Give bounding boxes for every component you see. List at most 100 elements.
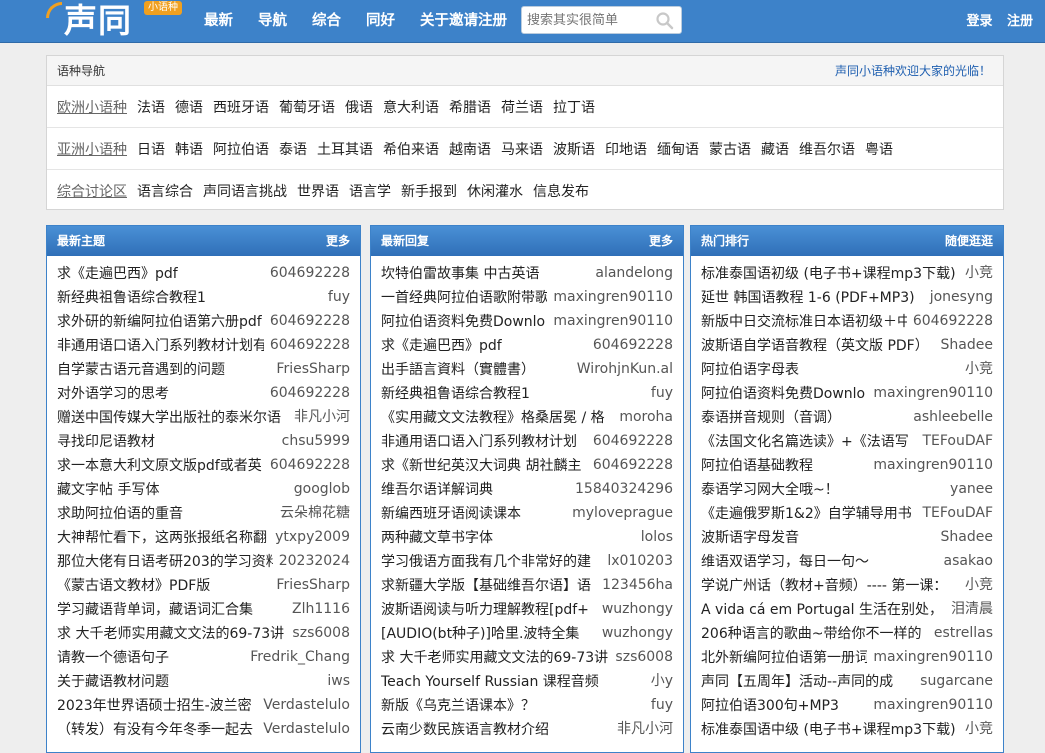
- category-link[interactable]: 欧洲小语种: [57, 97, 127, 117]
- register-link[interactable]: 注册: [1007, 14, 1033, 29]
- author-link[interactable]: maxingren90110: [873, 693, 993, 717]
- thread-title-link[interactable]: 非通用语口语入门系列教材计划有: [57, 335, 264, 355]
- thread-title-link[interactable]: 206种语言的歌曲~带给你不一样的: [701, 623, 921, 643]
- search-input[interactable]: [527, 11, 655, 30]
- thread-title-link[interactable]: 阿拉伯语基础教程: [701, 455, 813, 475]
- author-link[interactable]: 604692228: [593, 453, 673, 477]
- author-link[interactable]: alandelong: [595, 261, 673, 285]
- thread-title-link[interactable]: 求外研的新编阿拉伯语第六册pdf: [57, 311, 262, 331]
- thread-title-link[interactable]: 出手語言資料（實體書）: [381, 359, 535, 379]
- author-link[interactable]: ytxpy2009: [275, 525, 350, 549]
- author-link[interactable]: TEFouDAF: [922, 501, 993, 525]
- author-link[interactable]: Zlh1116: [292, 597, 350, 621]
- language-link[interactable]: 意大利语: [383, 97, 439, 117]
- author-link[interactable]: ashleebelle: [913, 405, 993, 429]
- language-link[interactable]: 缅甸语: [657, 139, 699, 159]
- thread-title-link[interactable]: 新版《乌克兰语课本》？: [381, 695, 535, 715]
- language-link[interactable]: 波斯语: [553, 139, 595, 159]
- author-link[interactable]: WirohjnKun.al: [577, 357, 673, 381]
- category-link[interactable]: 亚洲小语种: [57, 139, 127, 159]
- thread-title-link[interactable]: 学习藏语背单词，藏语词汇合集: [57, 599, 253, 619]
- thread-title-link[interactable]: 泰语拼音规则（音调）: [701, 407, 841, 427]
- thread-title-link[interactable]: 求《走遍巴西》pdf: [381, 335, 502, 355]
- language-link[interactable]: 韩语: [175, 139, 203, 159]
- author-link[interactable]: TEFouDAF: [922, 429, 993, 453]
- thread-title-link[interactable]: 大神帮忙看下，这两张报纸名称翻: [57, 527, 267, 547]
- language-link[interactable]: 阿拉伯语: [213, 139, 269, 159]
- author-link[interactable]: fuy: [328, 285, 350, 309]
- author-link[interactable]: 小竞: [965, 573, 993, 597]
- author-link[interactable]: 小竞: [965, 717, 993, 741]
- author-link[interactable]: szs6008: [615, 645, 673, 669]
- thread-title-link[interactable]: 坎特伯雷故事集 中古英语: [381, 263, 539, 283]
- thread-title-link[interactable]: 求助阿拉伯语的重音: [57, 503, 183, 523]
- thread-title-link[interactable]: 维语双语学习，每日一句～: [701, 551, 869, 571]
- thread-title-link[interactable]: 请教一个德语句子: [57, 647, 169, 667]
- thread-title-link[interactable]: 阿拉伯语字母表: [701, 359, 799, 379]
- thread-title-link[interactable]: 非通用语口语入门系列教材计划: [381, 431, 577, 451]
- author-link[interactable]: 15840324296: [575, 477, 673, 501]
- language-link[interactable]: 德语: [175, 97, 203, 117]
- language-link[interactable]: 马来语: [501, 139, 543, 159]
- author-link[interactable]: maxingren90110: [873, 381, 993, 405]
- thread-title-link[interactable]: 阿拉伯语资料免费Downlo: [701, 383, 865, 403]
- thread-title-link[interactable]: 北外新编阿拉伯语第一册词: [701, 647, 867, 667]
- author-link[interactable]: lx010203: [607, 549, 673, 573]
- forum-link[interactable]: 新手报到: [401, 181, 457, 201]
- nav-general[interactable]: 综合: [312, 0, 341, 43]
- language-link[interactable]: 希伯来语: [383, 139, 439, 159]
- nav-navigation[interactable]: 导航: [258, 0, 287, 43]
- author-link[interactable]: estrellas: [934, 621, 993, 645]
- forum-link[interactable]: 世界语: [297, 181, 339, 201]
- thread-title-link[interactable]: [AUDIO(bt种子)]哈里.波特全集: [381, 623, 579, 643]
- thread-title-link[interactable]: 云南少数民族语言教材介绍: [381, 719, 549, 739]
- author-link[interactable]: 泪清晨: [951, 597, 993, 621]
- author-link[interactable]: 小竞: [965, 357, 993, 381]
- author-link[interactable]: asakao: [944, 549, 993, 573]
- language-link[interactable]: 粤语: [865, 139, 893, 159]
- thread-title-link[interactable]: 《法国文化名篇选读》+《法语写: [701, 431, 909, 451]
- thread-title-link[interactable]: 自学蒙古语元音遇到的问题: [57, 359, 225, 379]
- author-link[interactable]: googlob: [294, 477, 350, 501]
- forum-link[interactable]: 休闲灌水: [467, 181, 523, 201]
- author-link[interactable]: maxingren90110: [873, 645, 993, 669]
- author-link[interactable]: 604692228: [270, 453, 350, 477]
- author-link[interactable]: jonesyng: [930, 285, 993, 309]
- more-link[interactable]: 更多: [326, 226, 350, 256]
- thread-title-link[interactable]: 《走遍俄罗斯1&2》自学辅导用书: [701, 503, 912, 523]
- author-link[interactable]: Shadee: [941, 525, 993, 549]
- thread-title-link[interactable]: 学习俄语方面我有几个非常好的建: [381, 551, 591, 571]
- forum-link[interactable]: 声同语言挑战: [203, 181, 287, 201]
- thread-title-link[interactable]: 求《走遍巴西》pdf: [57, 263, 178, 283]
- nav-invite-register[interactable]: 关于邀请注册: [420, 0, 507, 43]
- thread-title-link[interactable]: 求 大千老师实用藏文文法的69-73讲: [381, 647, 608, 667]
- thread-title-link[interactable]: 泰语学习网大全哦~！: [701, 479, 839, 499]
- author-link[interactable]: 小竞: [965, 261, 993, 285]
- thread-title-link[interactable]: 赠送中国传媒大学出版社的泰米尔语: [57, 407, 281, 427]
- thread-title-link[interactable]: 那位大佬有日语考研203的学习资料: [57, 551, 273, 571]
- author-link[interactable]: fuy: [651, 381, 673, 405]
- author-link[interactable]: maxingren90110: [553, 309, 673, 333]
- author-link[interactable]: 非凡小河: [617, 717, 673, 741]
- author-link[interactable]: 604692228: [270, 381, 350, 405]
- site-logo[interactable]: 声同 小语种: [44, 0, 184, 43]
- author-link[interactable]: 123456ha: [602, 573, 673, 597]
- author-link[interactable]: myloveprague: [572, 501, 673, 525]
- forum-link[interactable]: 语言学: [349, 181, 391, 201]
- nav-peers[interactable]: 同好: [366, 0, 395, 43]
- random-browse-link[interactable]: 随便逛逛: [945, 226, 993, 256]
- author-link[interactable]: 604692228: [270, 333, 350, 357]
- thread-title-link[interactable]: 新版中日交流标准日本语初级＋中: [701, 311, 907, 331]
- thread-title-link[interactable]: 求新疆大学版【基础维吾尔语】语: [381, 575, 591, 595]
- thread-title-link[interactable]: 新经典祖鲁语综合教程1: [57, 287, 206, 307]
- author-link[interactable]: 604692228: [270, 309, 350, 333]
- author-link[interactable]: 非凡小河: [294, 405, 350, 429]
- thread-title-link[interactable]: 《实用藏文文法教程》格桑居冕 / 格: [381, 407, 605, 427]
- thread-title-link[interactable]: 阿拉伯语300句+MP3: [701, 695, 839, 715]
- author-link[interactable]: yanee: [950, 477, 993, 501]
- thread-title-link[interactable]: 对外语学习的思考: [57, 383, 169, 403]
- category-link[interactable]: 综合讨论区: [57, 181, 127, 201]
- language-link[interactable]: 拉丁语: [553, 97, 595, 117]
- thread-title-link[interactable]: A vida cá em Portugal 生活在别处，: [701, 599, 943, 619]
- welcome-text[interactable]: 声同小语种欢迎大家的光临！: [835, 56, 991, 86]
